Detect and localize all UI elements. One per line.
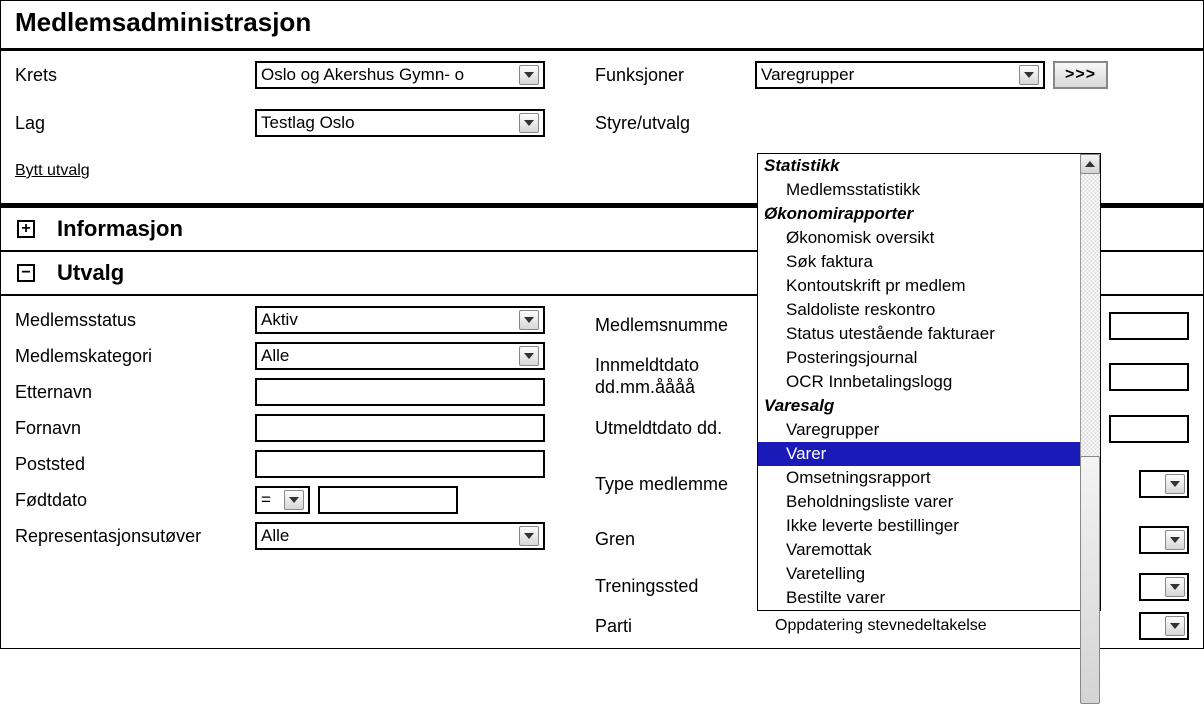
top-row-2: Lag Testlag Oslo Styre/utvalg <box>1 99 1203 147</box>
fodtdato-label: Fødtdato <box>15 490 255 511</box>
medlemskategori-select[interactable]: Alle <box>255 342 545 370</box>
informasjon-label: Informasjon <box>57 216 183 242</box>
lag-label: Lag <box>15 113 255 134</box>
medlemskategori-label: Medlemskategori <box>15 346 255 367</box>
top-row-1: Krets Oslo og Akershus Gymn- o Funksjone… <box>1 51 1203 99</box>
listbox-item[interactable]: Medlemsstatistikk <box>758 178 1080 202</box>
collapse-icon: − <box>17 264 35 282</box>
parti-label: Parti <box>595 616 755 637</box>
treningssted-label: Treningssted <box>595 576 755 597</box>
chevron-down-icon <box>519 65 539 85</box>
chevron-down-icon <box>1165 530 1185 550</box>
parti-select[interactable] <box>1139 612 1189 640</box>
lag-value: Testlag Oslo <box>261 113 355 133</box>
listbox-item[interactable]: Ikke leverte bestillinger <box>758 514 1080 538</box>
krets-value: Oslo og Akershus Gymn- o <box>261 65 464 85</box>
medlemsnummer-input[interactable] <box>1109 312 1189 340</box>
krets-label: Krets <box>15 65 255 86</box>
page-root: Medlemsadministrasjon Krets Oslo og Aker… <box>0 0 1204 649</box>
etternavn-label: Etternavn <box>15 382 255 403</box>
listbox-item[interactable]: Varer <box>758 442 1080 466</box>
gren-label: Gren <box>595 529 755 550</box>
medlemskategori-value: Alle <box>261 346 289 366</box>
styre-label: Styre/utvalg <box>595 113 755 134</box>
fodtdato-op-select[interactable]: = <box>255 486 310 514</box>
etternavn-input[interactable] <box>255 378 545 406</box>
poststed-input[interactable] <box>255 450 545 478</box>
chevron-down-icon <box>1165 577 1185 597</box>
scroll-up-button[interactable] <box>1080 154 1100 174</box>
fornavn-label: Fornavn <box>15 418 255 439</box>
funksjoner-select[interactable]: Varegrupper <box>755 61 1045 89</box>
listbox-item[interactable]: Økonomisk oversikt <box>758 226 1080 250</box>
typemedlem-select[interactable] <box>1139 470 1189 498</box>
chevron-down-icon <box>284 490 304 510</box>
listbox-item[interactable]: Varetelling <box>758 562 1080 586</box>
medlemsstatus-label: Medlemsstatus <box>15 310 255 331</box>
medlemsstatus-value: Aktiv <box>261 310 298 330</box>
innmeldt-input[interactable] <box>1109 363 1189 391</box>
oppdatering-text: Oppdatering stevnedeltakelse <box>775 617 987 635</box>
chevron-down-icon <box>519 113 539 133</box>
medlemsnummer-label: Medlemsnumme <box>595 315 755 336</box>
listbox-item[interactable]: Saldoliste reskontro <box>758 298 1080 322</box>
funksjoner-label: Funksjoner <box>595 65 755 86</box>
fodtdato-op-value: = <box>261 490 271 510</box>
poststed-label: Poststed <box>15 454 255 475</box>
chevron-down-icon <box>519 310 539 330</box>
listbox-item[interactable]: Søk faktura <box>758 250 1080 274</box>
page-title: Medlemsadministrasjon <box>1 1 1203 51</box>
listbox-item[interactable]: Varemottak <box>758 538 1080 562</box>
chevron-down-icon <box>1165 474 1185 494</box>
utvalg-section-label: Utvalg <box>57 260 124 286</box>
gren-select[interactable] <box>1139 526 1189 554</box>
go-button[interactable]: >>> <box>1053 61 1108 89</box>
listbox-item[interactable]: Status utestående fakturaer <box>758 322 1080 346</box>
treningssted-select[interactable] <box>1139 573 1189 601</box>
listbox-group-head: Økonomirapporter <box>758 202 1080 226</box>
chevron-down-icon <box>519 346 539 366</box>
utmeldt-input[interactable] <box>1109 415 1189 443</box>
listbox-item[interactable]: OCR Innbetalingslogg <box>758 370 1080 394</box>
chevron-down-icon <box>1019 65 1039 85</box>
funksjoner-value: Varegrupper <box>761 65 854 85</box>
typemedlem-label: Type medlemme <box>595 474 755 495</box>
listbox-item[interactable]: Bestilte varer <box>758 586 1080 610</box>
listbox-group-head: Statistikk <box>758 154 1080 178</box>
rep-value: Alle <box>261 526 289 546</box>
expand-icon: + <box>17 220 35 238</box>
utmeldt-label: Utmeldtdato dd. <box>595 418 755 439</box>
chevron-down-icon <box>1165 616 1185 636</box>
chevron-down-icon <box>519 526 539 546</box>
bytt-utvalg-link[interactable]: Bytt utvalg <box>15 162 90 180</box>
rep-select[interactable]: Alle <box>255 522 545 550</box>
listbox-group-head: Varesalg <box>758 394 1080 418</box>
funksjoner-listbox[interactable]: StatistikkMedlemsstatistikkØkonomirappor… <box>757 153 1101 611</box>
medlemsstatus-select[interactable]: Aktiv <box>255 306 545 334</box>
krets-select[interactable]: Oslo og Akershus Gymn- o <box>255 61 545 89</box>
fornavn-input[interactable] <box>255 414 545 442</box>
listbox-item[interactable]: Omsetningsrapport <box>758 466 1080 490</box>
listbox-item[interactable]: Beholdningsliste varer <box>758 490 1080 514</box>
fodtdato-input[interactable] <box>318 486 458 514</box>
listbox-item[interactable]: Varegrupper <box>758 418 1080 442</box>
scrollbar-thumb[interactable] <box>1080 456 1100 704</box>
rep-label: Representasjonsutøver <box>15 526 255 547</box>
lag-select[interactable]: Testlag Oslo <box>255 109 545 137</box>
listbox-item[interactable]: Kontoutskrift pr medlem <box>758 274 1080 298</box>
innmeldt-label: Innmeldtdato dd.mm.åååå <box>595 355 755 398</box>
listbox-item[interactable]: Posteringsjournal <box>758 346 1080 370</box>
